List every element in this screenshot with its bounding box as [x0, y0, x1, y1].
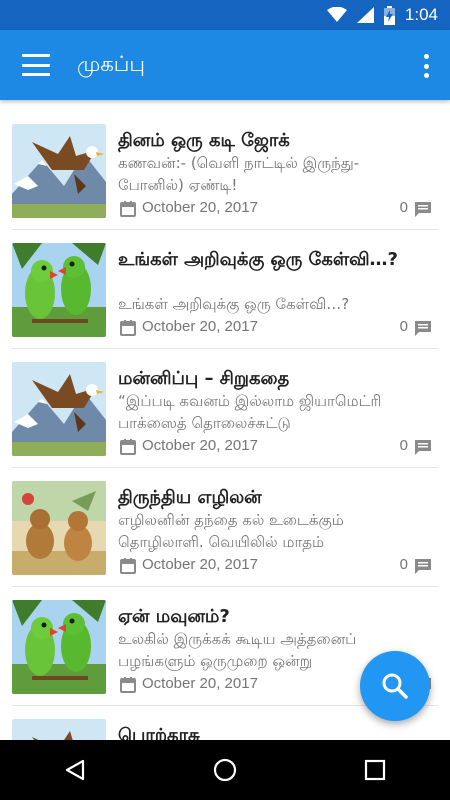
- post-date: October 20, 2017: [142, 556, 258, 573]
- wifi-icon: [326, 7, 347, 23]
- post-thumbnail: [12, 124, 106, 218]
- comment-count: 0: [399, 199, 408, 216]
- post-title: ஏன் மவுனம்?: [118, 606, 230, 627]
- list-item[interactable]: உங்கள் அறிவுக்கு ஒரு கேள்வி…? உங்கள் அறி…: [12, 231, 438, 349]
- comment-count: 0: [399, 556, 408, 573]
- signal-icon: [356, 7, 374, 23]
- post-meta: October 20, 2017 0: [118, 556, 438, 576]
- post-thumbnail: [12, 243, 106, 337]
- post-list: தினம் ஒரு கடி ஜோக் கணவன்:- (வெளி நாட்டில…: [0, 100, 450, 740]
- calendar-icon: [120, 439, 136, 455]
- home-icon[interactable]: [195, 740, 255, 800]
- comment-icon: [415, 202, 431, 217]
- hamburger-menu-icon[interactable]: [22, 54, 50, 76]
- app-bar: முகப்பு: [0, 30, 450, 100]
- post-date: October 20, 2017: [142, 318, 258, 335]
- post-title: உங்கள் அறிவுக்கு ஒரு கேள்வி…?: [118, 249, 398, 270]
- calendar-icon: [120, 201, 136, 217]
- post-date: October 20, 2017: [142, 437, 258, 454]
- post-meta: October 20, 2017 0: [118, 437, 438, 457]
- post-thumbnail: [12, 719, 106, 740]
- back-icon[interactable]: [45, 740, 105, 800]
- post-title: மன்னிப்பு – சிறுகதை: [118, 368, 290, 389]
- post-excerpt: “இப்படி கவனம் இல்லாம ஜியாமெட்ரி பாக்ஸைத்…: [118, 392, 382, 432]
- status-time: 1:04: [404, 5, 438, 24]
- comment-icon: [415, 440, 431, 455]
- post-title: திருந்திய எழிலன்: [118, 487, 262, 508]
- post-thumbnail: [12, 600, 106, 694]
- battery-charging-icon: [383, 5, 395, 25]
- system-nav-bar: [0, 740, 450, 800]
- post-excerpt: உங்கள் அறிவுக்கு ஒரு கேள்வி…?: [118, 295, 350, 313]
- post-title: பொற்காசு: [118, 725, 200, 740]
- list-item[interactable]: மன்னிப்பு – சிறுகதை “இப்படி கவனம் இல்லாம…: [12, 350, 438, 468]
- post-title: தினம் ஒரு கடி ஜோக்: [118, 130, 290, 151]
- post-thumbnail: [12, 481, 106, 575]
- comment-icon: [415, 321, 431, 336]
- post-meta: October 20, 2017 0: [118, 318, 438, 338]
- search-fab[interactable]: [360, 651, 430, 721]
- list-item[interactable]: தினம் ஒரு கடி ஜோக் கணவன்:- (வெளி நாட்டில…: [12, 112, 438, 230]
- post-excerpt: எழிலனின் தந்தை கல் உடைக்கும் தொழிலாளி. வ…: [118, 511, 344, 551]
- comment-count: 0: [399, 318, 408, 335]
- post-date: October 20, 2017: [142, 675, 258, 692]
- list-item[interactable]: திருந்திய எழிலன் எழிலனின் தந்தை கல் உடைக…: [12, 469, 438, 587]
- recents-icon[interactable]: [345, 740, 405, 800]
- post-excerpt: கணவன்:- (வெளி நாட்டில் இருந்து- போனில்) …: [118, 154, 360, 194]
- search-icon: [382, 673, 408, 699]
- post-thumbnail: [12, 362, 106, 456]
- calendar-icon: [120, 558, 136, 574]
- more-vert-icon[interactable]: [422, 54, 430, 78]
- status-bar: 1:04: [0, 0, 450, 30]
- comment-icon: [415, 559, 431, 574]
- page-title: முகப்பு: [77, 51, 146, 76]
- post-meta: October 20, 2017 0: [118, 199, 438, 219]
- calendar-icon: [120, 320, 136, 336]
- calendar-icon: [120, 677, 136, 693]
- comment-count: 0: [399, 437, 408, 454]
- post-date: October 20, 2017: [142, 199, 258, 216]
